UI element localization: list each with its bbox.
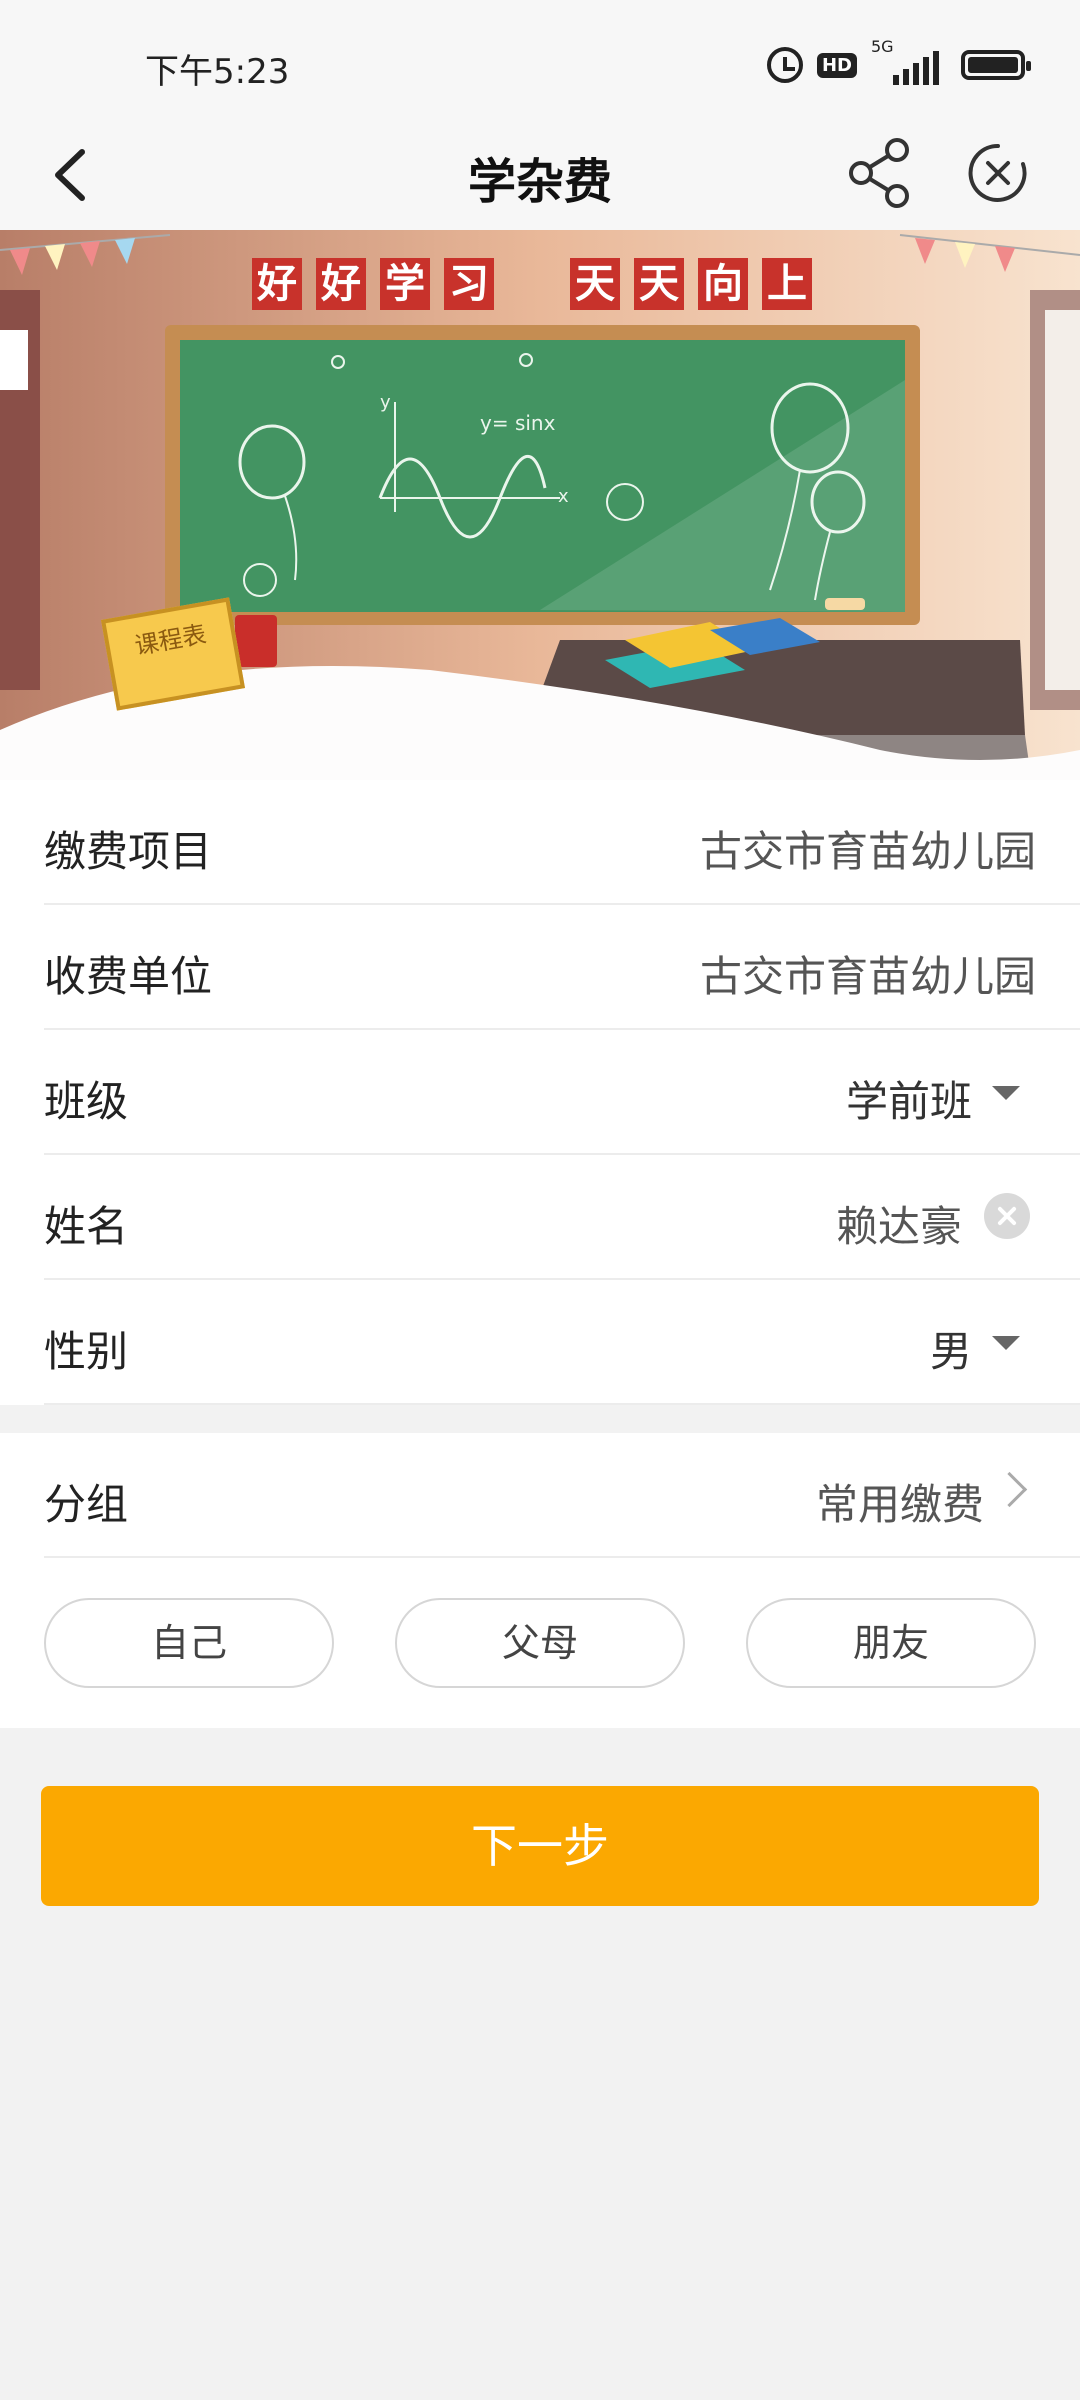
battery-icon	[961, 50, 1031, 80]
group-options: 自己 父母 朋友	[0, 1558, 1080, 1728]
board-formula: y= sinx	[480, 411, 556, 435]
row-payee: 收费单位 古交市育苗幼儿园	[44, 905, 1080, 1030]
slogan-char: 上	[762, 258, 812, 310]
name-value[interactable]: 赖达豪	[836, 1193, 962, 1254]
network-type: 5G	[871, 37, 894, 56]
close-miniapp-button[interactable]	[965, 140, 1031, 206]
group-option-self[interactable]: 自己	[44, 1598, 334, 1688]
slogan-right: 天 天 向 上	[570, 258, 812, 310]
row-label: 姓名	[44, 1202, 129, 1251]
app-header: 学杂费	[0, 120, 1080, 230]
group-select[interactable]: 分组 常用缴费	[44, 1433, 1080, 1558]
next-step-button[interactable]: 下一步	[41, 1786, 1039, 1906]
row-payment-item: 缴费项目 古交市育苗幼儿园	[44, 780, 1080, 905]
row-label: 分组	[44, 1480, 129, 1529]
slogan-char: 向	[698, 258, 748, 310]
clear-icon[interactable]	[984, 1193, 1030, 1239]
row-label: 性别	[44, 1327, 129, 1376]
classroom-banner: y x y= sinx 好 好 学 习 天 天 向 上 课程表	[0, 230, 1080, 780]
row-label: 收费单位	[44, 952, 213, 1001]
group-option-parents[interactable]: 父母	[395, 1598, 685, 1688]
row-label: 班级	[44, 1077, 129, 1126]
section-divider	[0, 1405, 1080, 1433]
hd-icon: HD	[816, 52, 857, 78]
board-axis-x: x	[558, 486, 569, 507]
share-button[interactable]	[845, 136, 915, 210]
chevron-right-icon	[991, 1471, 1028, 1508]
close-circle-icon	[968, 143, 1027, 202]
slogan-char: 天	[570, 258, 620, 310]
page-title: 学杂费	[467, 154, 612, 210]
dropdown-arrow-icon	[992, 1086, 1020, 1100]
slogan-char: 习	[444, 258, 494, 310]
gender-select[interactable]: 性别 男	[44, 1280, 1080, 1405]
slogan-left: 好 好 学 习	[252, 258, 494, 310]
slogan-char: 学	[380, 258, 430, 310]
status-icons: HD 5G	[766, 37, 1031, 90]
status-time: 下午5:23	[145, 52, 290, 92]
payment-form: 缴费项目 古交市育苗幼儿园 收费单位 古交市育苗幼儿园 班级 学前班 姓名 赖达…	[0, 780, 1080, 1728]
name-field[interactable]: 姓名 赖达豪	[44, 1155, 1080, 1280]
alarm-icon	[766, 47, 803, 83]
dropdown-arrow-icon	[992, 1336, 1020, 1350]
slogan-char: 天	[634, 258, 684, 310]
slogan-char: 好	[316, 258, 366, 310]
schedule-label: 课程表	[132, 620, 209, 661]
row-value: 古交市育苗幼儿园	[699, 952, 1036, 1001]
signal-icon: 5G	[871, 37, 939, 85]
status-bar: 下午5:23 HD 5G	[0, 0, 1080, 120]
board-axis-y: y	[380, 392, 391, 413]
group-section: 分组 常用缴费 自己 父母 朋友	[0, 1433, 1080, 1728]
row-value: 古交市育苗幼儿园	[699, 827, 1036, 876]
group-option-friends[interactable]: 朋友	[746, 1598, 1036, 1688]
gender-value: 男	[929, 1327, 972, 1376]
class-value: 学前班	[845, 1077, 972, 1126]
group-value: 常用缴费	[815, 1480, 984, 1529]
class-select[interactable]: 班级 学前班	[44, 1030, 1080, 1155]
share-icon	[849, 138, 909, 208]
slogan-char: 好	[252, 258, 302, 310]
row-label: 缴费项目	[44, 827, 213, 876]
